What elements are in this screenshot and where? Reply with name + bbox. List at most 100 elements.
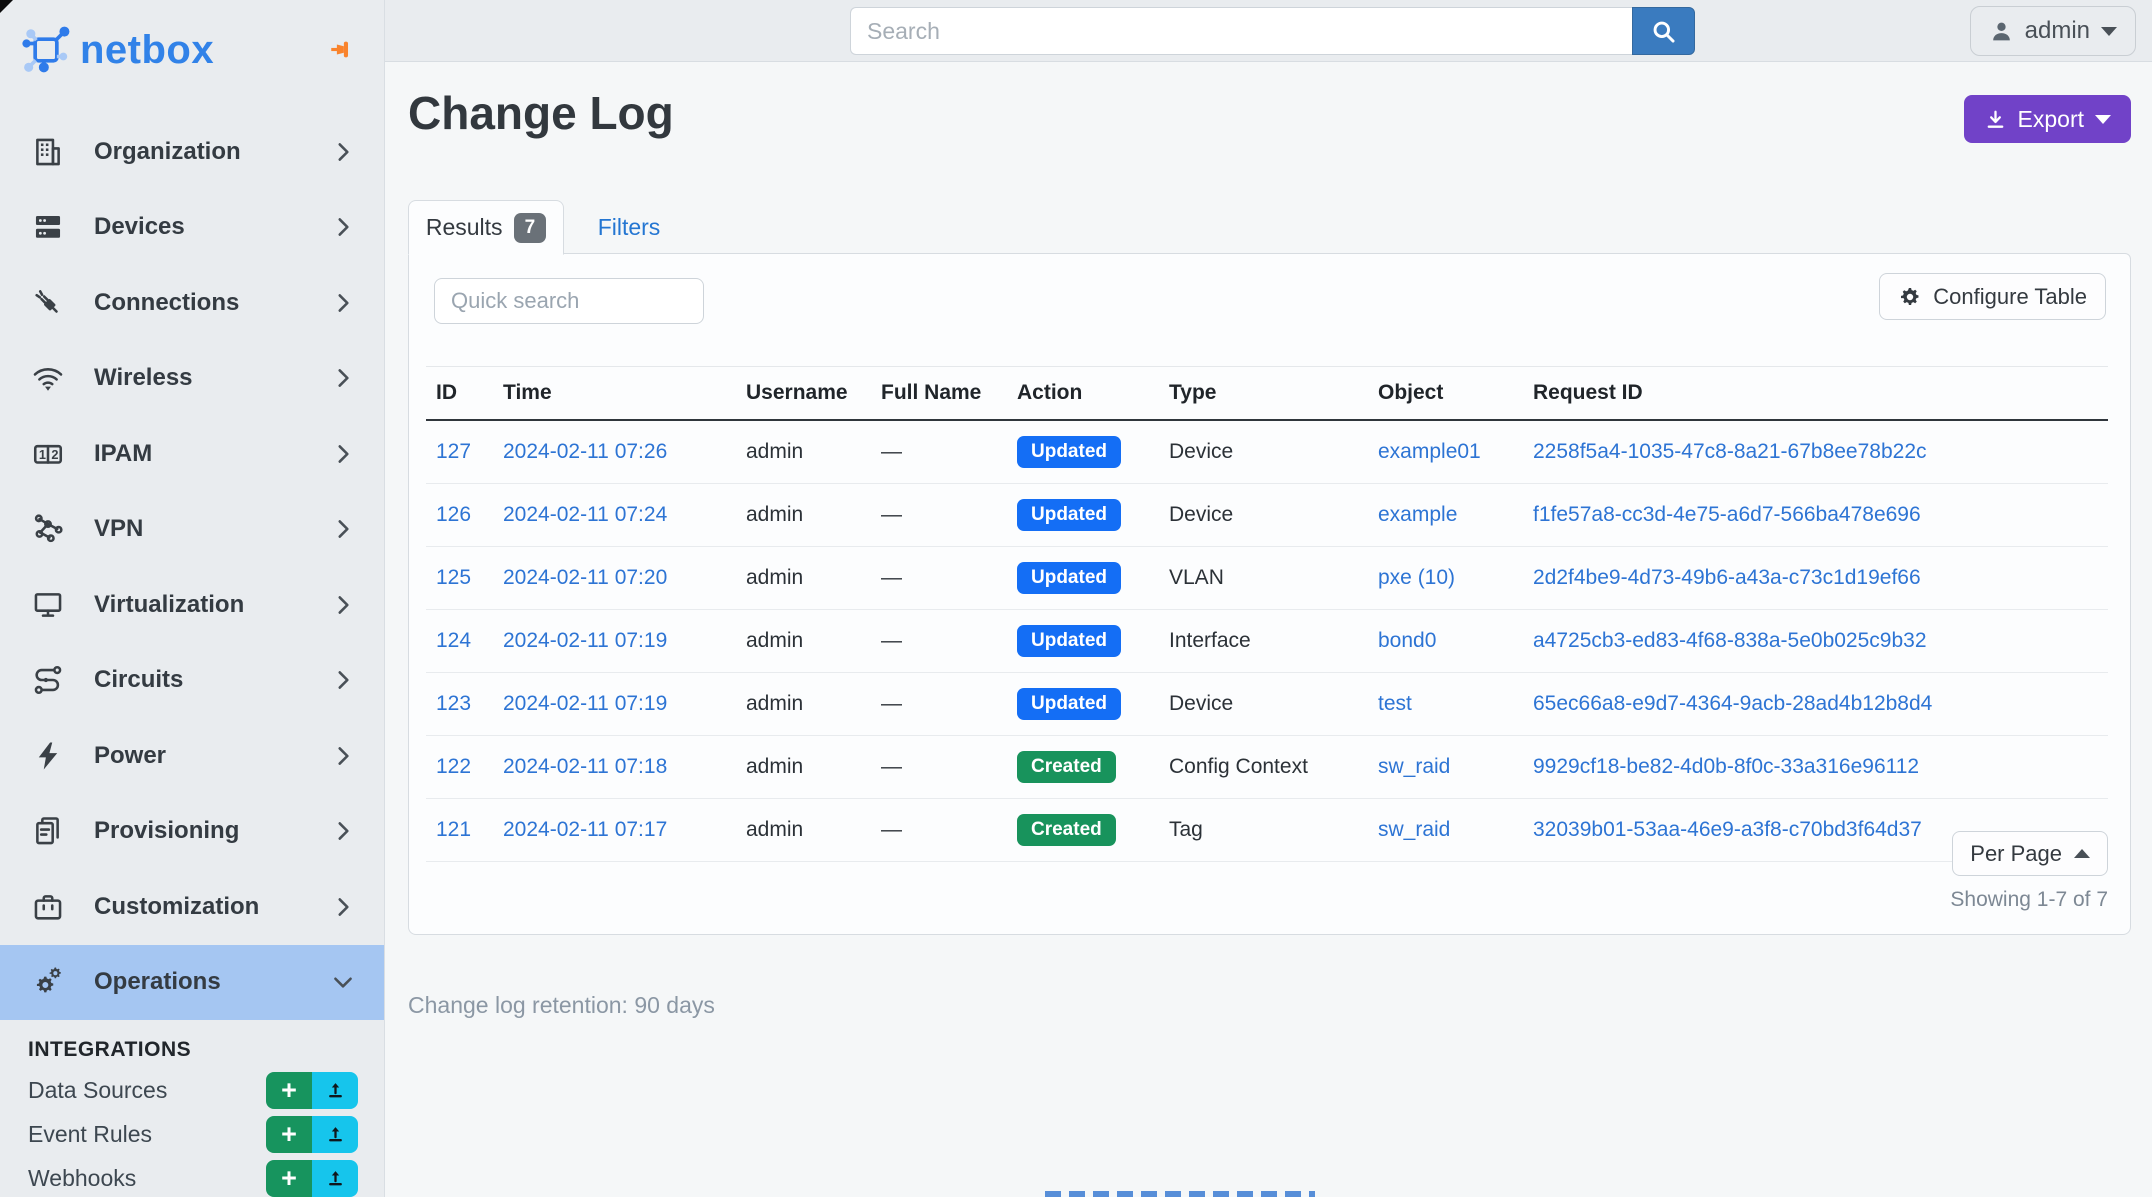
user-menu-button[interactable]: admin bbox=[1970, 6, 2136, 56]
sidebar-item-connections[interactable]: Connections bbox=[0, 265, 384, 341]
column-header-object[interactable]: Object bbox=[1368, 367, 1523, 421]
integration-item-link[interactable]: Data Sources bbox=[28, 1077, 266, 1104]
import-button[interactable] bbox=[312, 1160, 358, 1197]
changelog-id-link[interactable]: 124 bbox=[436, 629, 471, 652]
request-id-link[interactable]: 65ec66a8-e9d7-4364-9acb-28ad4b12b8d4 bbox=[1533, 692, 1932, 715]
changelog-time-link[interactable]: 2024-02-11 07:19 bbox=[503, 692, 667, 715]
object-cell: example01 bbox=[1368, 420, 1523, 484]
action-badge: Created bbox=[1017, 751, 1116, 783]
sidebar-item-label: Wireless bbox=[94, 364, 330, 392]
sidebar-item-devices[interactable]: Devices bbox=[0, 190, 384, 266]
request-id-link[interactable]: 9929cf18-be82-4d0b-8f0c-33a316e96112 bbox=[1533, 755, 1919, 778]
netbox-logo-icon[interactable] bbox=[20, 24, 72, 76]
object-link[interactable]: sw_raid bbox=[1378, 818, 1450, 841]
changelog-id-link[interactable]: 126 bbox=[436, 503, 471, 526]
integration-item-link[interactable]: Event Rules bbox=[28, 1121, 266, 1148]
retention-note: Change log retention: 90 days bbox=[408, 992, 715, 1019]
sidebar-item-provisioning[interactable]: Provisioning bbox=[0, 794, 384, 870]
changelog-time-link[interactable]: 2024-02-11 07:17 bbox=[503, 818, 667, 841]
request-id-link[interactable]: 2d2f4be9-4d73-49b6-a43a-c73c1d19ef66 bbox=[1533, 566, 1921, 589]
add-button[interactable]: + bbox=[266, 1072, 312, 1109]
column-header-username[interactable]: Username bbox=[736, 367, 871, 421]
search-input[interactable] bbox=[850, 7, 1632, 55]
changelog-time-link[interactable]: 2024-02-11 07:26 bbox=[503, 440, 667, 463]
changelog-time-link[interactable]: 2024-02-11 07:20 bbox=[503, 566, 667, 589]
sidebar-item-customization[interactable]: Customization bbox=[0, 869, 384, 945]
changelog-id-link[interactable]: 125 bbox=[436, 566, 471, 589]
chevron-right-icon bbox=[330, 214, 356, 240]
sidebar-item-operations[interactable]: Operations bbox=[0, 945, 384, 1021]
column-header-request-id[interactable]: Request ID bbox=[1523, 367, 2108, 421]
sidebar-item-vpn[interactable]: VPN bbox=[0, 492, 384, 568]
search-button[interactable] bbox=[1632, 7, 1695, 55]
request-id-cell: 2d2f4be9-4d73-49b6-a43a-c73c1d19ef66 bbox=[1523, 547, 2108, 610]
sidebar-item-power[interactable]: Power bbox=[0, 718, 384, 794]
column-header-type[interactable]: Type bbox=[1159, 367, 1368, 421]
request-id-link[interactable]: a4725cb3-ed83-4f68-838a-5e0b025c9b32 bbox=[1533, 629, 1927, 652]
add-button[interactable]: + bbox=[266, 1116, 312, 1153]
chevron-right-icon bbox=[330, 592, 356, 618]
user-name: admin bbox=[2025, 17, 2090, 45]
time-cell: 2024-02-11 07:19 bbox=[493, 673, 736, 736]
tab-bar: Results 7 Filters bbox=[408, 200, 694, 254]
export-button[interactable]: Export bbox=[1964, 95, 2131, 143]
results-card: Configure Table IDTimeUsernameFull NameA… bbox=[408, 253, 2131, 935]
sidebar-item-label: Power bbox=[94, 742, 330, 770]
quick-search-input[interactable] bbox=[434, 278, 704, 324]
changelog-time-link[interactable]: 2024-02-11 07:24 bbox=[503, 503, 667, 526]
object-link[interactable]: sw_raid bbox=[1378, 755, 1450, 778]
changelog-id-link[interactable]: 123 bbox=[436, 692, 471, 715]
request-id-link[interactable]: 32039b01-53aa-46e9-a3f8-c70bd3f64d37 bbox=[1533, 818, 1922, 841]
sidebar-item-organization[interactable]: Organization bbox=[0, 114, 384, 190]
type-cell: Device bbox=[1159, 420, 1368, 484]
request-id-link[interactable]: f1fe57a8-cc3d-4e75-a6d7-566ba478e696 bbox=[1533, 503, 1921, 526]
add-button[interactable]: + bbox=[266, 1160, 312, 1197]
changelog-time-link[interactable]: 2024-02-11 07:18 bbox=[503, 755, 667, 778]
column-header-time[interactable]: Time bbox=[493, 367, 736, 421]
results-tab-label: Results bbox=[426, 214, 503, 241]
chevron-right-icon bbox=[330, 516, 356, 542]
object-link[interactable]: test bbox=[1378, 692, 1412, 715]
changelog-id-link[interactable]: 122 bbox=[436, 755, 471, 778]
import-button[interactable] bbox=[312, 1116, 358, 1153]
building-icon bbox=[30, 134, 66, 170]
bolt-icon bbox=[30, 738, 66, 774]
object-link[interactable]: pxe (10) bbox=[1378, 566, 1455, 589]
import-button[interactable] bbox=[312, 1072, 358, 1109]
sidebar-item-ipam[interactable]: 1 2IPAM bbox=[0, 416, 384, 492]
netbox-wordmark[interactable]: netbox bbox=[80, 28, 214, 73]
changelog-time-link[interactable]: 2024-02-11 07:19 bbox=[503, 629, 667, 652]
changelog-table: IDTimeUsernameFull NameActionTypeObjectR… bbox=[426, 366, 2108, 862]
time-cell: 2024-02-11 07:24 bbox=[493, 484, 736, 547]
username-cell: admin bbox=[736, 673, 871, 736]
tab-results[interactable]: Results 7 bbox=[408, 200, 564, 255]
time-cell: 2024-02-11 07:19 bbox=[493, 610, 736, 673]
sidebar-item-virtualization[interactable]: Virtualization bbox=[0, 567, 384, 643]
tab-filters[interactable]: Filters bbox=[564, 200, 694, 254]
integrations-header: INTEGRATIONS bbox=[28, 1038, 384, 1062]
changelog-id-link[interactable]: 127 bbox=[436, 440, 471, 463]
chevron-right-icon bbox=[330, 743, 356, 769]
configure-table-button[interactable]: Configure Table bbox=[1879, 273, 2106, 320]
pin-sidebar-icon[interactable] bbox=[329, 36, 356, 63]
object-cell: pxe (10) bbox=[1368, 547, 1523, 610]
per-page-button[interactable]: Per Page bbox=[1952, 831, 2108, 876]
object-link[interactable]: bond0 bbox=[1378, 629, 1436, 652]
integration-item-link[interactable]: Webhooks bbox=[28, 1165, 266, 1192]
type-cell: Device bbox=[1159, 484, 1368, 547]
sidebar-item-wireless[interactable]: Wireless bbox=[0, 341, 384, 417]
column-header-id[interactable]: ID bbox=[426, 367, 493, 421]
table-row: 1222024-02-11 07:18admin—CreatedConfig C… bbox=[426, 736, 2108, 799]
action-cell: Updated bbox=[1007, 547, 1159, 610]
object-cell: bond0 bbox=[1368, 610, 1523, 673]
table-row: 1252024-02-11 07:20admin—UpdatedVLANpxe … bbox=[426, 547, 2108, 610]
column-header-full-name[interactable]: Full Name bbox=[871, 367, 1007, 421]
object-link[interactable]: example bbox=[1378, 503, 1457, 526]
object-link[interactable]: example01 bbox=[1378, 440, 1481, 463]
column-header-action[interactable]: Action bbox=[1007, 367, 1159, 421]
sidebar-item-circuits[interactable]: Circuits bbox=[0, 643, 384, 719]
request-id-link[interactable]: 2258f5a4-1035-47c8-8a21-67b8ee78b22c bbox=[1533, 440, 1927, 463]
full-name-cell: — bbox=[871, 484, 1007, 547]
changelog-id-link[interactable]: 121 bbox=[436, 818, 471, 841]
sidebar-item-label: Customization bbox=[94, 893, 330, 921]
